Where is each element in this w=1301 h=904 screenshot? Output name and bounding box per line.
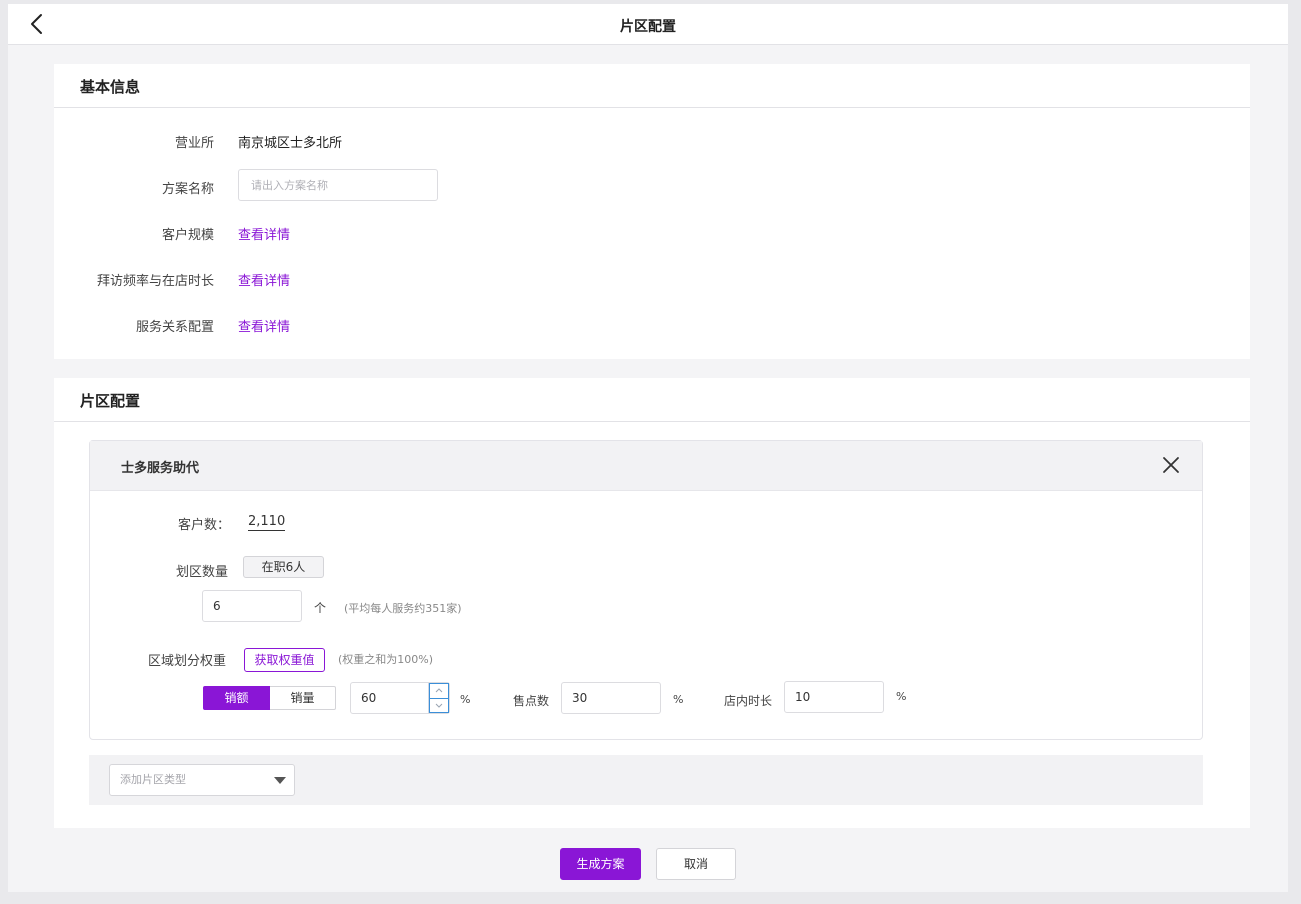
top-bar: 片区配置 <box>8 4 1288 45</box>
visit-freq-label: 拜访频率与在店时长 <box>96 274 214 289</box>
service-rel-link[interactable]: 查看详情 <box>238 316 290 335</box>
app-window: 片区配置 基本信息 营业所 南京城区士多北所 方案名称 客户规模 查看详情 拜访… <box>8 4 1288 892</box>
zone-type-title: 士多服务助代 <box>121 461 200 476</box>
zone-count-input[interactable]: 6 <box>202 590 302 622</box>
zone-type-card: 士多服务助代 客户数： 2,110 划区数量 在职6人 6 个 (平均每人服务约… <box>89 440 1203 740</box>
customer-count-value[interactable]: 2,110 <box>248 514 286 531</box>
sales-weight-stepper[interactable] <box>428 683 449 713</box>
percent-unit-2: % <box>673 693 684 706</box>
generate-plan-button[interactable]: 生成方案 <box>560 848 641 880</box>
service-rel-label: 服务关系配置 <box>135 320 214 335</box>
zone-count-hint: (平均每人服务约351家) <box>344 602 462 615</box>
office-value: 南京城区士多北所 <box>238 136 343 151</box>
add-zone-type-bar: 添加片区类型 <box>89 755 1203 805</box>
zone-type-header: 士多服务助代 <box>90 441 1202 491</box>
plan-name-row: 方案名称 <box>54 169 1250 201</box>
basic-info-card: 基本信息 营业所 南京城区士多北所 方案名称 客户规模 查看详情 拜访频率与在店… <box>54 64 1250 359</box>
percent-unit-1: % <box>460 693 471 706</box>
get-weight-button[interactable]: 获取权重值 <box>244 648 325 672</box>
zone-config-card: 片区配置 士多服务助代 客户数： 2,110 划区数量 在职6人 6 个 (平均… <box>54 378 1250 828</box>
sales-weight-input[interactable]: 60 <box>350 682 450 714</box>
plan-name-label: 方案名称 <box>161 182 214 197</box>
stepper-up-button[interactable] <box>429 683 449 698</box>
customer-scale-label: 客户规模 <box>161 228 214 243</box>
weight-hint: (权重之和为100%) <box>338 653 434 666</box>
plan-name-input[interactable] <box>238 169 438 201</box>
add-zone-type-select[interactable]: 添加片区类型 <box>109 764 295 796</box>
weight-label: 区域划分权重 <box>148 654 227 669</box>
zone-count-unit: 个 <box>314 601 327 615</box>
customer-scale-row: 客户规模 查看详情 <box>54 224 1250 244</box>
office-label: 营业所 <box>174 136 214 151</box>
add-zone-type-placeholder: 添加片区类型 <box>120 773 186 786</box>
basic-info-title: 基本信息 <box>54 64 1250 108</box>
cancel-button[interactable]: 取消 <box>656 848 736 880</box>
caret-down-icon <box>274 777 286 784</box>
points-label: 售点数 <box>513 694 550 708</box>
office-row: 营业所 南京城区士多北所 <box>54 132 1250 152</box>
visit-freq-row: 拜访频率与在店时长 查看详情 <box>54 270 1250 290</box>
stepper-down-button[interactable] <box>429 698 449 713</box>
segment-sales-volume[interactable]: 销量 <box>270 686 336 710</box>
percent-unit-3: % <box>896 690 907 703</box>
store-time-label: 店内时长 <box>724 694 773 708</box>
close-icon <box>1163 457 1179 473</box>
segment-sales-amount[interactable]: 销额 <box>203 686 270 710</box>
customer-count-label: 客户数： <box>178 518 231 533</box>
close-zone-type-button[interactable] <box>1162 456 1180 474</box>
points-input[interactable]: 30 <box>561 682 661 714</box>
chevron-up-icon <box>435 688 443 693</box>
visit-freq-link[interactable]: 查看详情 <box>238 270 290 289</box>
sales-weight-value: 60 <box>361 691 377 705</box>
chevron-down-icon <box>435 703 443 708</box>
page-title: 片区配置 <box>620 19 676 35</box>
customer-scale-link[interactable]: 查看详情 <box>238 224 290 243</box>
staff-badge: 在职6人 <box>243 556 324 578</box>
store-time-input[interactable]: 10 <box>784 681 884 713</box>
service-rel-row: 服务关系配置 查看详情 <box>54 316 1250 336</box>
zone-count-label: 划区数量 <box>176 565 229 580</box>
zone-config-title: 片区配置 <box>54 378 1250 422</box>
